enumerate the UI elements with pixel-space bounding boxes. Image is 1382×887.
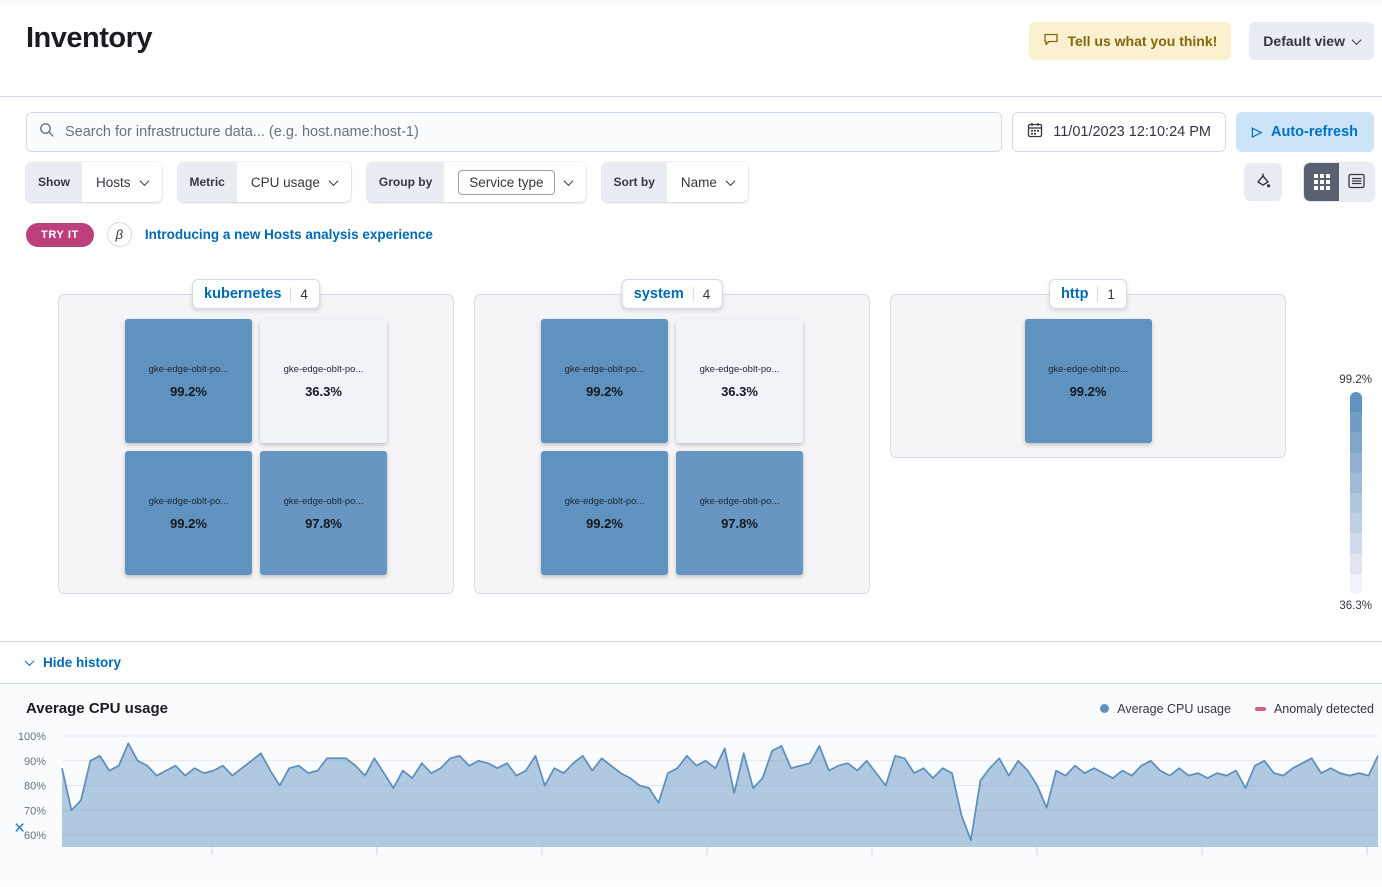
- chevron-down-icon: [328, 176, 338, 186]
- host-tile[interactable]: gke-edge-oblt-po... 99.2%: [125, 319, 252, 443]
- search-box[interactable]: [26, 112, 1002, 152]
- hosts-analysis-link[interactable]: Introducing a new Hosts analysis experie…: [145, 227, 433, 242]
- host-tile[interactable]: gke-edge-oblt-po... 99.2%: [125, 451, 252, 575]
- group-panel-http: http 1 gke-edge-oblt-po... 99.2%: [890, 294, 1286, 458]
- page-header: Inventory Tell us what you think! Defaul…: [0, 0, 1382, 97]
- color-scale-bar: [1350, 392, 1362, 594]
- group-count: 4: [290, 287, 308, 302]
- group-count: 4: [693, 287, 711, 302]
- speech-bubble-icon: [1043, 32, 1059, 50]
- legend-item-anomaly[interactable]: Anomaly detected: [1255, 702, 1374, 716]
- filter-metric[interactable]: Metric CPU usage: [178, 162, 351, 202]
- color-scale-legend: 99.2% 36.3%: [1339, 374, 1372, 612]
- search-input[interactable]: [65, 124, 989, 140]
- svg-text:70%: 70%: [24, 805, 46, 817]
- chart-legend: Average CPU usage Anomaly detected: [1100, 702, 1374, 716]
- host-tile[interactable]: gke-edge-oblt-po... 99.2%: [541, 451, 668, 575]
- scale-min-label: 36.3%: [1339, 600, 1372, 612]
- feedback-button[interactable]: Tell us what you think!: [1029, 22, 1231, 60]
- chevron-down-icon: [139, 176, 149, 186]
- history-toggle-row: Hide history: [0, 641, 1382, 683]
- legend-item-avg-cpu[interactable]: Average CPU usage: [1100, 702, 1231, 716]
- filter-row: Show Hosts Metric CPU usage Group by Ser…: [0, 152, 1382, 202]
- play-icon: ▷: [1252, 124, 1262, 140]
- table-list-icon: [1348, 173, 1365, 192]
- chevron-down-icon: [1352, 35, 1362, 45]
- search-toolbar: 11/01/2023 12:10:24 PM ▷ Auto-refresh: [0, 97, 1382, 152]
- chart-canvas: 100% 90% 80% 70% 60% ×: [0, 725, 1382, 875]
- host-tile[interactable]: gke-edge-oblt-po... 99.2%: [541, 319, 668, 443]
- table-view-button[interactable]: [1339, 163, 1374, 201]
- svg-text:90%: 90%: [24, 756, 46, 768]
- cpu-history-section: Average CPU usage Average CPU usage Anom…: [0, 683, 1382, 881]
- waffle-map-section: kubernetes 4 gke-edge-oblt-po... 99.2% g…: [0, 278, 1382, 619]
- header-actions: Tell us what you think! Default view: [1029, 22, 1374, 60]
- group-count: 1: [1097, 287, 1115, 302]
- waffle-view-button[interactable]: [1304, 163, 1339, 201]
- cpu-history-chart: 100% 90% 80% 70% 60%: [0, 725, 1382, 875]
- beta-icon: β: [107, 222, 132, 247]
- hide-history-toggle[interactable]: Hide history: [43, 655, 121, 670]
- grid-icon: [1314, 174, 1330, 190]
- host-tile[interactable]: gke-edge-oblt-po... 99.2%: [1025, 319, 1152, 443]
- chevron-down-icon: [563, 176, 573, 186]
- date-picker-button[interactable]: 11/01/2023 12:10:24 PM: [1012, 112, 1226, 152]
- host-tile[interactable]: gke-edge-oblt-po... 97.8%: [260, 451, 387, 575]
- scale-max-label: 99.2%: [1339, 374, 1372, 386]
- group-panel-system: system 4 gke-edge-oblt-po... 99.2% gke-e…: [474, 294, 870, 594]
- chevron-down-icon: [725, 176, 735, 186]
- view-selector-button[interactable]: Default view: [1249, 22, 1374, 60]
- filter-show[interactable]: Show Hosts: [26, 162, 162, 202]
- legend-dot-icon: [1100, 704, 1109, 713]
- chevron-down-icon: [25, 656, 35, 666]
- group-panel-kubernetes: kubernetes 4 gke-edge-oblt-po... 99.2% g…: [58, 294, 454, 594]
- legend-bar-icon: [1255, 707, 1266, 711]
- group-label-http[interactable]: http 1: [1049, 279, 1127, 309]
- host-tile[interactable]: gke-edge-oblt-po... 36.3%: [260, 319, 387, 443]
- filter-sort-by[interactable]: Sort by Name: [602, 162, 748, 202]
- page-title: Inventory: [26, 22, 152, 55]
- filter-group-by[interactable]: Group by Service type: [367, 162, 586, 202]
- group-label-kubernetes[interactable]: kubernetes 4: [192, 279, 320, 309]
- paint-fill-icon: [1254, 172, 1272, 193]
- host-tile[interactable]: gke-edge-oblt-po... 97.8%: [676, 451, 803, 575]
- svg-text:60%: 60%: [24, 830, 46, 842]
- calendar-icon: [1027, 122, 1043, 142]
- view-mode-toggle: [1304, 163, 1374, 201]
- auto-refresh-button[interactable]: ▷ Auto-refresh: [1236, 112, 1374, 152]
- svg-text:100%: 100%: [18, 731, 46, 743]
- try-it-badge[interactable]: TRY IT: [26, 223, 94, 247]
- host-tile[interactable]: gke-edge-oblt-po... 36.3%: [676, 319, 803, 443]
- svg-text:80%: 80%: [24, 781, 46, 793]
- search-icon: [39, 122, 55, 143]
- beta-callout: TRY IT β Introducing a new Hosts analysi…: [0, 202, 1382, 247]
- datetime-value: 11/01/2023 12:10:24 PM: [1053, 124, 1211, 140]
- group-label-system[interactable]: system 4: [622, 279, 723, 309]
- chart-title: Average CPU usage: [26, 700, 168, 717]
- color-palette-button[interactable]: [1244, 163, 1282, 201]
- close-icon[interactable]: ×: [14, 819, 25, 838]
